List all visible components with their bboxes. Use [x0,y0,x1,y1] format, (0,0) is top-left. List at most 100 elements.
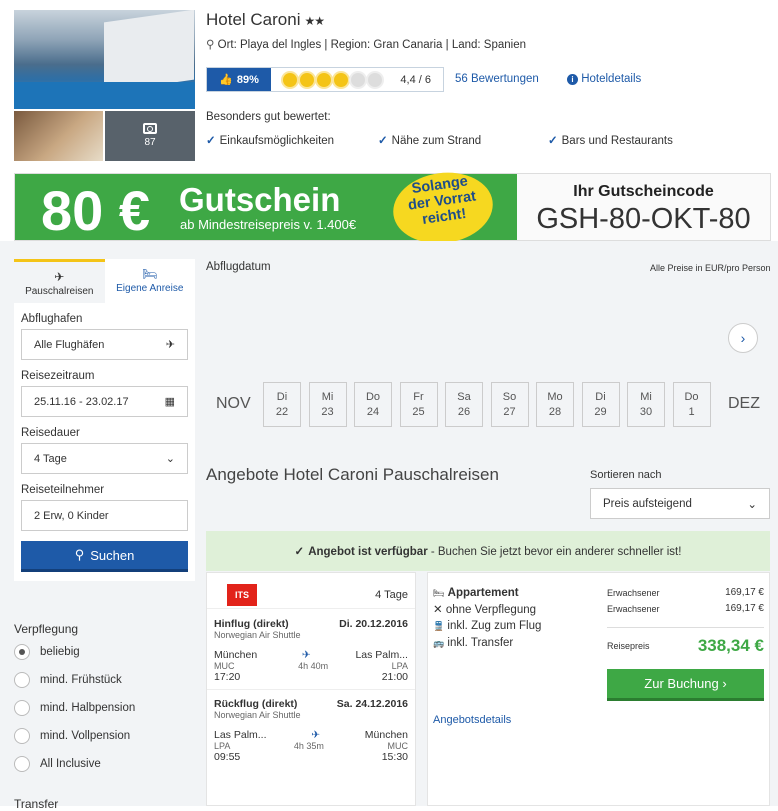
date-card[interactable]: Mi 23 [308,382,347,427]
transfer-filter-title: Transfer [14,797,59,811]
recommend-percent: 89% [236,73,259,86]
rating-bar: 👍 89% 4,4 / 6 [206,67,444,92]
rating-score: 4,4 / 6 [400,73,431,86]
voucher-banner[interactable]: 80 € Gutschein ab Mindestreisepreis v. 1… [14,166,771,250]
travellers-label: Reiseteilnehmer [21,484,105,496]
duration-label: Reisedauer [21,427,80,439]
search-panel: ✈ Pauschalreisen 🛏 Eigene Anreise Abflug… [14,259,195,581]
travellers-input[interactable]: 2 Erw, 0 Kinder [21,500,188,531]
operator-logo: ITS [227,584,257,606]
radio-button[interactable] [14,644,30,660]
photo-gallery-button[interactable]: 87 [105,111,195,161]
hotel-room-photo[interactable] [14,111,103,161]
book-button[interactable]: Zur Buchung › [607,669,764,701]
board-filter-title: Verpflegung [14,622,79,636]
board-option[interactable]: mind. Frühstück [14,672,135,688]
return-date: Sa. 24.12.2016 [336,698,408,710]
price-breakdown: Erwachsener 169,17 € Erwachsener 169,17 € … [607,587,764,655]
airport-label: Abflughafen [21,313,83,325]
best-rated-title: Besonders gut bewertet: [206,111,331,123]
sun-icon [300,72,314,87]
availability-banner: ✓ Angebot ist verfügbar - Buchen Sie jetz… [206,531,770,571]
voucher-code: GSH-80-OKT-80 [536,203,751,235]
bus-icon: 🚌 [433,637,445,648]
next-dates-button[interactable]: › [728,323,758,353]
hotel-title: Hotel Caroni ★★ [206,10,325,30]
thumbs-up-icon: 👍 [219,74,233,86]
recommend-badge: 👍 89% [207,68,271,91]
sun-icon [351,72,365,87]
voucher-banner-left: 80 € Gutschein ab Mindestreisepreis v. 1… [15,166,517,250]
search-icon: ⚲ [74,547,85,562]
check-icon: ✓ [378,135,388,147]
radio-button[interactable] [14,728,30,744]
return-label: Rückflug (direkt) [214,698,298,710]
month-prev: NOV [216,395,251,412]
hotel-main-photo[interactable] [14,10,195,109]
outbound-label: Hinflug (direkt) [214,618,289,630]
hotel-location: ⚲ Ort: Playa del Ingles | Region: Gran C… [206,37,526,51]
best-rated-item: ✓ Bars und Restaurants [548,135,673,147]
total-price: 338,34 € [697,636,764,655]
camera-icon [143,123,157,134]
location-text: Ort: Playa del Ingles | Region: Gran Can… [217,39,526,51]
sun-icon [317,72,331,87]
tab-package[interactable]: ✈ Pauschalreisen [14,259,105,303]
voucher-code-box: Ihr Gutscheincode GSH-80-OKT-80 [517,174,770,240]
offer-details-link[interactable]: Angebotsdetails [433,714,511,726]
chevron-down-icon: ⌄ [747,498,757,511]
board-option[interactable]: beliebig [14,644,135,660]
hotel-details-link[interactable]: i Hoteldetails [567,73,641,85]
radio-button[interactable] [14,700,30,716]
location-pin-icon: ⚲ [206,39,215,51]
sun-rating [283,72,382,87]
best-rated-item: ✓ Nähe zum Strand [378,135,482,147]
period-label: Reisezeitraum [21,370,95,382]
check-icon: ✓ [294,546,305,558]
board-option[interactable]: All Inclusive [14,756,135,772]
date-card[interactable]: Sa 26 [445,382,483,427]
date-card[interactable]: Do 24 [354,382,392,427]
sun-icon [334,72,348,87]
duration-select[interactable]: 4 Tage ⌄ [21,443,188,474]
best-rated-item: ✓ Einkaufsmöglichkeiten [206,135,335,147]
sort-select[interactable]: Preis aufsteigend ⌄ [590,488,770,519]
tab-own-travel[interactable]: 🛏 Eigene Anreise [104,259,195,303]
date-card[interactable]: Mo 28 [536,382,574,427]
date-card[interactable]: Fr 25 [399,382,438,427]
voucher-word: Gutschein [179,181,341,218]
check-icon: ✓ [548,135,558,147]
voucher-amount: 80 € [41,179,150,242]
plane-icon: ✈ [165,339,175,351]
board-option[interactable]: mind. Halbpension [14,700,135,716]
date-card[interactable]: Di 29 [581,382,620,427]
voucher-code-label: Ihr Gutscheincode [573,183,714,200]
prices-note: Alle Preise in EUR/pro Person [650,263,771,273]
photo-count: 87 [144,137,156,148]
date-card[interactable]: Mi 30 [627,382,665,427]
airport-select[interactable]: Alle Flughäfen ✈ [21,329,188,360]
sun-icon [368,72,382,87]
date-card[interactable]: Do 1 [672,382,711,427]
period-input[interactable]: 25.11.16 - 23.02.17 ▦ [21,386,188,417]
chevron-right-icon: › [740,330,746,346]
check-icon: ✓ [206,135,216,147]
outbound-airline: Norwegian Air Shuttle [214,630,301,640]
chevron-down-icon: ⌄ [165,453,175,465]
calendar-icon: ▦ [164,396,175,408]
date-card[interactable]: So 27 [490,382,529,427]
offer-duration: 4 Tage [375,589,408,601]
reviews-link[interactable]: 56 Bewertungen [455,73,539,85]
offer-flights: ITS 4 Tage Hinflug (direkt) Di. 20.12.201… [206,572,416,806]
limited-stamp: Solange der Vorrat reicht! [388,166,498,250]
departure-date-title: Abflugdatum [206,261,271,273]
search-button[interactable]: ⚲ Suchen [21,541,188,572]
radio-button[interactable] [14,672,30,688]
bed-icon: 🛏 [142,267,158,281]
date-card[interactable]: Di 22 [263,382,301,427]
cutlery-icon: ✕ [433,603,443,616]
board-option[interactable]: mind. Vollpension [14,728,135,744]
hotel-category-stars: ★★ [304,14,325,28]
return-airline: Norwegian Air Shuttle [214,710,301,720]
radio-button[interactable] [14,756,30,772]
